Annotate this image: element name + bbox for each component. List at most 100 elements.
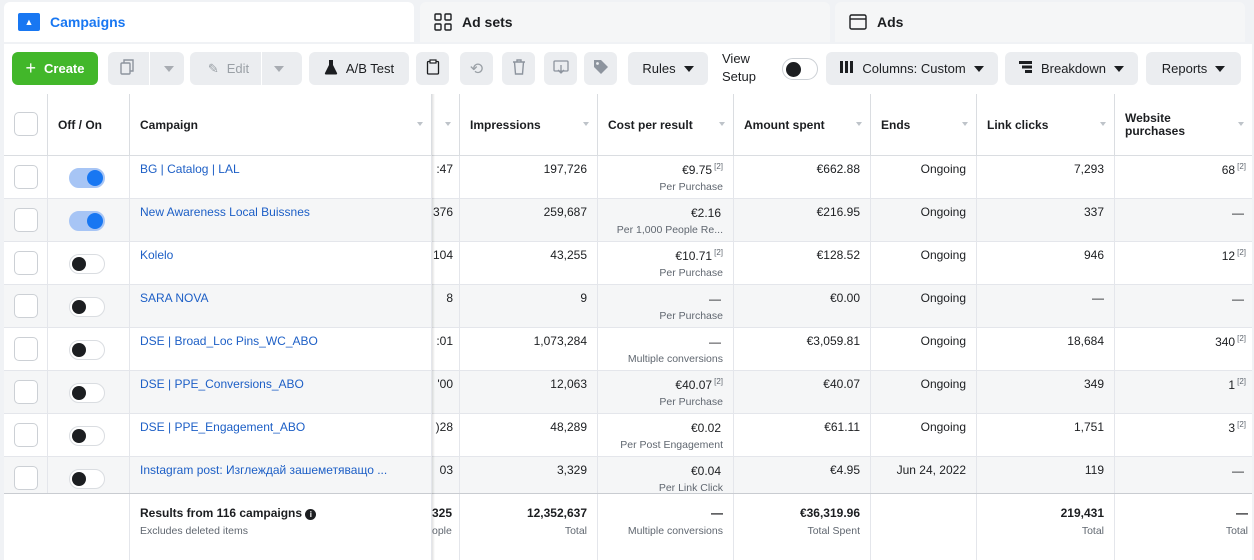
cost-per-result-cell: €2.16 Per 1,000 People Re... bbox=[598, 199, 734, 242]
header-label: Cost per result bbox=[608, 117, 693, 132]
rules-dropdown[interactable]: Rules bbox=[628, 52, 708, 85]
tab-campaigns[interactable]: ▲ Campaigns bbox=[4, 2, 414, 42]
campaign-toggle[interactable] bbox=[69, 340, 105, 360]
breakdown-dropdown[interactable]: Breakdown bbox=[1005, 52, 1138, 85]
footer-impressions-cell: 12,352,637 Total bbox=[460, 494, 598, 560]
impressions-value: 259,687 bbox=[543, 205, 587, 219]
ab-test-button[interactable]: A/B Test bbox=[309, 52, 409, 85]
row-checkbox[interactable] bbox=[14, 466, 38, 490]
tag-button[interactable] bbox=[584, 52, 617, 85]
table-row[interactable]: SARA NOVA 8 9 — Per Purchase €0.00 Ongoing — — bbox=[4, 285, 1252, 328]
footer-spacer bbox=[4, 494, 130, 560]
amount-spent-cell: €3,059.81 bbox=[734, 328, 871, 371]
view-setup-label: View Setup bbox=[722, 50, 756, 86]
header-website-purchases[interactable]: Website purchases bbox=[1115, 94, 1252, 155]
toolbar: + Create ✎ Edit A/B Test ⟲ Rules View Se… bbox=[4, 44, 1252, 94]
campaign-toggle[interactable] bbox=[69, 383, 105, 403]
header-impressions[interactable]: Impressions bbox=[460, 94, 598, 155]
campaign-toggle[interactable] bbox=[69, 297, 105, 317]
table-row[interactable]: New Awareness Local Buissnes 376 259,687 €2… bbox=[4, 199, 1252, 242]
row-toggle-cell bbox=[48, 414, 130, 457]
campaign-icon: ▲ bbox=[18, 13, 40, 31]
campaign-name-link[interactable]: Instagram post: Изглеждай зашеметяващо .… bbox=[140, 463, 387, 477]
header-amount-spent[interactable]: Amount spent bbox=[734, 94, 871, 155]
ends-value: Ongoing bbox=[920, 205, 966, 219]
row-checkbox[interactable] bbox=[14, 294, 38, 318]
table-row[interactable]: DSE | PPE_Engagement_ABO)28 48,289 €0.02 Pe… bbox=[4, 414, 1252, 457]
flask-icon bbox=[324, 59, 338, 78]
campaign-toggle[interactable] bbox=[69, 426, 105, 446]
sort-icon bbox=[856, 122, 862, 126]
header-hidden-column[interactable] bbox=[432, 94, 460, 155]
tab-ad-sets[interactable]: Ad sets bbox=[420, 2, 830, 42]
export-button[interactable] bbox=[544, 52, 577, 85]
sort-icon bbox=[417, 122, 423, 126]
view-setup-toggle[interactable] bbox=[782, 58, 818, 80]
website-purchases-cell: 68 [2] bbox=[1115, 156, 1252, 199]
impressions-value: 12,063 bbox=[550, 377, 587, 391]
campaign-name-link[interactable]: Kolelo bbox=[140, 248, 173, 262]
campaign-name-link[interactable]: DSE | PPE_Conversions_ABO bbox=[140, 377, 304, 391]
toggle-knob bbox=[72, 257, 86, 271]
select-all-checkbox[interactable] bbox=[14, 112, 38, 136]
row-checkbox[interactable] bbox=[14, 337, 38, 361]
website-purchases-value: — bbox=[1232, 292, 1244, 306]
amount-spent-value: €61.11 bbox=[824, 420, 860, 434]
table-row[interactable]: BG | Catalog | LAL:47 197,726 €9.75 [2] Per … bbox=[4, 156, 1252, 199]
chevron-down-icon bbox=[1114, 65, 1125, 72]
sort-icon bbox=[1238, 122, 1244, 126]
delete-button[interactable] bbox=[502, 52, 535, 85]
campaign-name-link[interactable]: DSE | PPE_Engagement_ABO bbox=[140, 420, 305, 434]
cost-per-result-value: €0.02 bbox=[690, 421, 721, 435]
columns-dropdown[interactable]: Columns: Custom bbox=[826, 52, 998, 85]
table-header: Off / On Campaign Impressions Cost per r… bbox=[4, 94, 1252, 156]
clipboard-icon bbox=[426, 59, 440, 78]
edit-button[interactable]: ✎ Edit bbox=[190, 52, 302, 85]
tag-icon bbox=[593, 59, 609, 78]
footer-spent-cell: €36,319.96 Total Spent bbox=[734, 494, 871, 560]
row-checkbox[interactable] bbox=[14, 165, 38, 189]
header-off-on[interactable]: Off / On bbox=[48, 94, 130, 155]
toggle-knob bbox=[87, 170, 103, 186]
tab-ads[interactable]: Ads bbox=[835, 2, 1245, 42]
table-row[interactable]: DSE | PPE_Conversions_ABO '00 12,063 €40.07… bbox=[4, 371, 1252, 414]
header-cost-per-result[interactable]: Cost per result bbox=[598, 94, 734, 155]
table-row[interactable]: Kolelo 104 43,255 €10.71 [2] Per Purchase €128… bbox=[4, 242, 1252, 285]
header-campaign[interactable]: Campaign bbox=[130, 94, 432, 155]
header-ends[interactable]: Ends bbox=[871, 94, 977, 155]
campaign-toggle[interactable] bbox=[69, 168, 105, 188]
table-row[interactable]: DSE | Broad_Loc Pins_WC_ABO:01 1,073,284 —… bbox=[4, 328, 1252, 371]
result-type-label: Per Purchase bbox=[659, 181, 723, 193]
campaign-name-link[interactable]: BG | Catalog | LAL bbox=[140, 162, 240, 176]
row-select-cell bbox=[4, 371, 48, 414]
header-label: Website purchases bbox=[1125, 110, 1186, 138]
reports-dropdown[interactable]: Reports bbox=[1146, 52, 1241, 85]
impressions-cell: 9 bbox=[460, 285, 598, 328]
website-purchases-value: — bbox=[1232, 206, 1244, 220]
clipboard-button[interactable] bbox=[416, 52, 449, 85]
undo-icon: ⟲ bbox=[469, 60, 484, 78]
footer-hidden-value: 325 bbox=[432, 506, 453, 520]
campaign-toggle[interactable] bbox=[69, 469, 105, 489]
row-checkbox[interactable] bbox=[14, 423, 38, 447]
result-type-label: Per Purchase bbox=[659, 396, 723, 408]
campaign-name-link[interactable]: SARA NOVA bbox=[140, 291, 208, 305]
undo-button[interactable]: ⟲ bbox=[460, 52, 493, 85]
row-toggle-cell bbox=[48, 242, 130, 285]
row-checkbox[interactable] bbox=[14, 251, 38, 275]
website-purchases-value: 12 [2] bbox=[1221, 248, 1246, 263]
create-button[interactable]: + Create bbox=[12, 52, 98, 85]
campaign-toggle[interactable] bbox=[69, 254, 105, 274]
campaign-name-link[interactable]: DSE | Broad_Loc Pins_WC_ABO bbox=[140, 334, 318, 348]
info-icon[interactable]: i bbox=[305, 509, 317, 520]
row-checkbox[interactable] bbox=[14, 380, 38, 404]
campaign-name-link[interactable]: New Awareness Local Buissnes bbox=[140, 205, 310, 219]
duplicate-button[interactable] bbox=[108, 52, 184, 85]
header-link-clicks[interactable]: Link clicks bbox=[977, 94, 1115, 155]
toggle-knob bbox=[786, 62, 801, 77]
ab-test-label: A/B Test bbox=[345, 61, 395, 76]
row-checkbox[interactable] bbox=[14, 208, 38, 232]
website-purchases-value: — bbox=[1232, 464, 1244, 478]
hidden-column-value: 03 bbox=[439, 463, 453, 477]
campaign-toggle[interactable] bbox=[69, 211, 105, 231]
